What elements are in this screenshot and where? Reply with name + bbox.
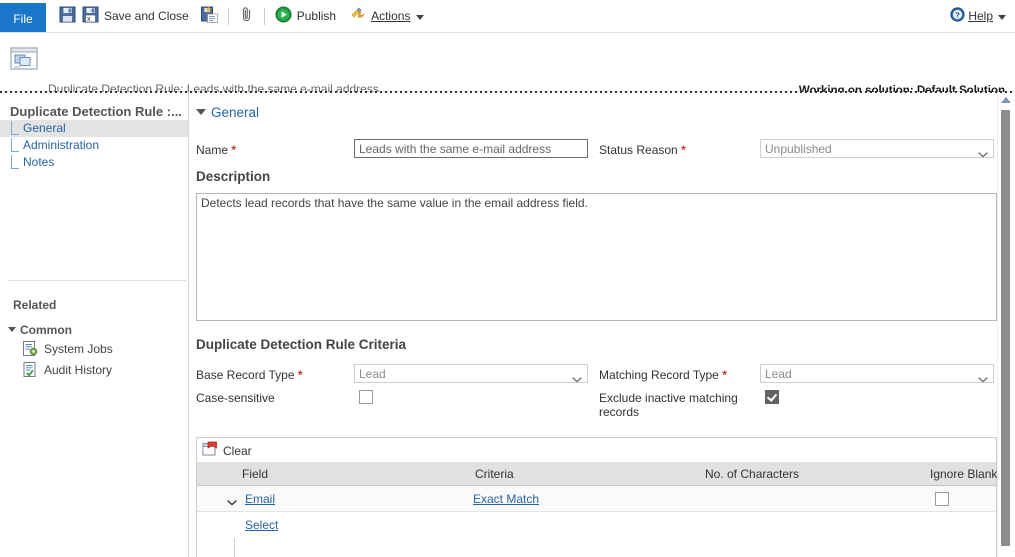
publish-label: Publish	[296, 9, 337, 23]
exclude-inactive-checkbox[interactable]	[765, 390, 779, 404]
related-item-label: System Jobs	[44, 342, 113, 356]
save-button[interactable]	[56, 0, 79, 32]
grid-header-row: Field Criteria No. of Characters Ignore …	[197, 462, 997, 486]
related-item-label: Audit History	[44, 363, 113, 377]
chevron-down-icon	[416, 9, 425, 23]
chevron-down-icon	[978, 147, 988, 158]
grid-column-ignore-blank[interactable]: Ignore Blank	[930, 467, 997, 481]
chevron-down-icon[interactable]	[227, 495, 237, 506]
system-jobs-icon	[22, 341, 38, 357]
row-field-link[interactable]: Email	[245, 492, 275, 506]
sidebar-item-label: Notes	[23, 155, 55, 169]
audit-history-icon	[22, 362, 38, 378]
save-and-new-icon	[200, 6, 218, 26]
ribbon-toolbar: File x Save and Close Publish Actions ? …	[0, 0, 1015, 33]
dotted-focus-border	[0, 91, 1015, 93]
base-record-type-label: Base Record Type *	[196, 368, 303, 382]
general-section-toggle[interactable]: General	[196, 105, 259, 120]
tree-branch-icon	[11, 121, 19, 135]
form-body: General Name * Status Reason * Unpublish…	[189, 92, 1015, 557]
grid-column-field[interactable]: Field	[242, 467, 268, 481]
svg-text:x: x	[87, 16, 91, 23]
grid-toolbar: Clear	[197, 438, 996, 463]
attachment-button[interactable]	[236, 0, 257, 32]
matching-record-type-select[interactable]: Lead	[760, 364, 994, 383]
sidebar-item-notes[interactable]: Notes	[0, 154, 188, 171]
file-tab[interactable]: File	[0, 3, 46, 32]
publish-icon	[275, 6, 292, 26]
grid-column-criteria[interactable]: Criteria	[475, 467, 514, 481]
chevron-down-icon	[978, 372, 988, 383]
status-reason-value: Unpublished	[765, 142, 832, 156]
svg-text:?: ?	[956, 11, 961, 20]
common-group-label: Common	[20, 323, 72, 337]
common-group-header[interactable]: Common	[8, 323, 72, 337]
sidebar-item-label: Administration	[23, 138, 100, 152]
sidebar-item-general[interactable]: General	[0, 120, 188, 137]
status-reason-label: Status Reason *	[599, 143, 686, 157]
case-sensitive-checkbox[interactable]	[359, 390, 373, 404]
triangle-collapse-icon	[8, 327, 16, 332]
name-label: Name *	[196, 143, 237, 157]
duplicate-detection-rule-icon	[10, 46, 40, 73]
grid-column-no-of-characters[interactable]: No. of Characters	[705, 467, 799, 481]
save-and-close-button[interactable]: x Save and Close	[79, 0, 192, 32]
description-label: Description	[196, 169, 271, 184]
save-icon	[59, 6, 76, 26]
sidebar-item-label: General	[23, 121, 66, 135]
vertical-scrollbar[interactable]	[997, 92, 1015, 557]
criteria-grid: Clear Field Criteria No. of Characters I…	[196, 437, 997, 557]
chevron-down-icon	[572, 372, 582, 383]
tree-branch-icon	[11, 138, 19, 152]
matching-record-type-value: Lead	[765, 367, 792, 381]
help-button[interactable]: ? Help	[947, 0, 1009, 32]
general-section-label: General	[211, 105, 260, 120]
chevron-down-icon	[998, 9, 1006, 23]
save-and-close-label: Save and Close	[104, 9, 189, 23]
row-ignore-blank-checkbox[interactable]	[935, 492, 949, 506]
table-row[interactable]: Select	[197, 512, 996, 538]
publish-button[interactable]: Publish	[272, 0, 339, 32]
status-reason-select[interactable]: Unpublished	[760, 139, 994, 158]
case-sensitive-label: Case-sensitive	[196, 391, 275, 405]
actions-label: Actions	[371, 9, 411, 23]
attachment-icon	[239, 6, 254, 26]
help-icon: ?	[950, 7, 965, 25]
related-header: Related	[13, 298, 57, 312]
description-textarea[interactable]: Detects lead records that have the same …	[196, 193, 997, 321]
scrollbar-thumb[interactable]	[1001, 110, 1010, 546]
save-and-close-icon: x	[82, 6, 99, 26]
base-record-type-select[interactable]: Lead	[354, 364, 588, 383]
help-label: Help	[968, 9, 993, 23]
table-row[interactable]: Email Exact Match	[197, 486, 996, 512]
clear-button[interactable]: Clear	[202, 441, 252, 460]
clear-icon	[202, 441, 218, 460]
row-criteria-link[interactable]: Exact Match	[473, 492, 539, 506]
row-select-link[interactable]: Select	[245, 518, 278, 532]
nav-title: Duplicate Detection Rule :...	[10, 104, 182, 119]
required-marker: *	[231, 143, 237, 157]
base-record-type-value: Lead	[359, 367, 386, 381]
scroll-up-arrow-icon[interactable]	[1001, 97, 1011, 103]
triangle-collapse-icon	[196, 109, 206, 115]
sidebar-item-administration[interactable]: Administration	[0, 137, 188, 154]
form-header: Duplicate Detection Rule: Leads with the…	[0, 33, 1015, 120]
matching-record-type-label: Matching Record Type *	[599, 368, 727, 382]
toolbar-separator-2	[263, 7, 265, 25]
actions-button[interactable]: Actions	[347, 0, 427, 32]
toolbar-separator-1	[227, 7, 229, 25]
exclude-inactive-label: Exclude inactive matching records	[599, 391, 738, 419]
name-input[interactable]	[354, 139, 588, 158]
nav-divider	[8, 280, 186, 281]
required-marker: *	[681, 143, 686, 157]
criteria-section-header: Duplicate Detection Rule Criteria	[196, 337, 407, 352]
required-marker: *	[297, 368, 303, 382]
tree-branch-icon	[11, 155, 19, 169]
clear-label: Clear	[223, 443, 252, 458]
required-marker: *	[722, 368, 727, 382]
left-navigation: Duplicate Detection Rule :... General Ad…	[0, 92, 189, 557]
save-and-new-button[interactable]	[198, 0, 221, 32]
actions-icon	[350, 6, 367, 26]
